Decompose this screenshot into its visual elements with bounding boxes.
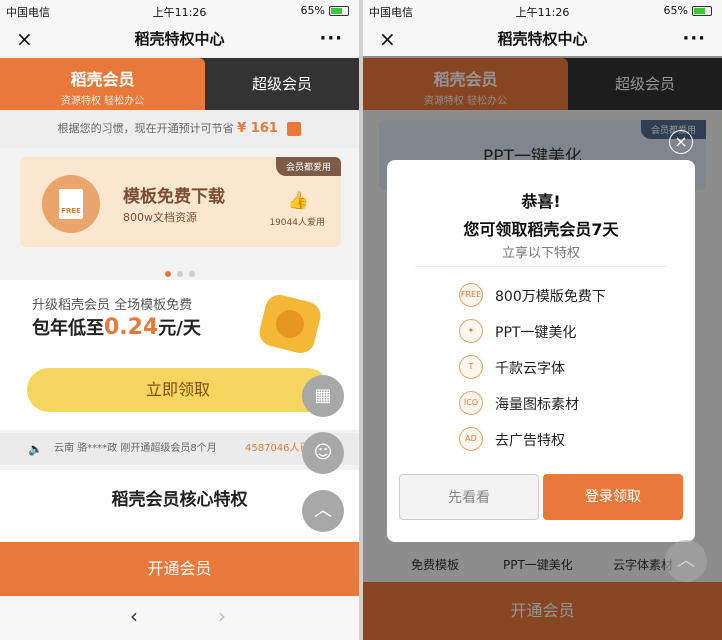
tab-super-member[interactable]: 超级会员 xyxy=(205,58,359,110)
free-document-icon: FREE xyxy=(42,175,100,233)
nav-bar: × 稻壳特权中心 ··· xyxy=(363,22,722,56)
scroll-top-icon[interactable]: ︿ xyxy=(302,490,344,532)
ticker-text: 云南 骆****政 刚开通超级会员8个月 xyxy=(54,443,217,454)
nav-bar: × 稻壳特权中心 ··· xyxy=(0,22,359,56)
tab-docer-member[interactable]: 稻壳会员 资源特权 轻松办公 xyxy=(0,58,205,110)
forward-icon[interactable]: › xyxy=(218,604,226,628)
tab-title: 稻壳会员 xyxy=(70,70,135,89)
later-button[interactable]: 先看看 xyxy=(399,474,539,520)
font-icon: T xyxy=(459,355,483,379)
modal-title: 恭喜! xyxy=(521,192,561,211)
feature-banner[interactable]: 会员都爱用 FREE 模板免费下载 800w文档资源 👍 19044人爱用 xyxy=(20,157,341,247)
reward-modal: 恭喜! 您可领取稻壳会员7天 立享以下特权 FREE 800万模版免费下 ✦ P… xyxy=(387,160,695,542)
savings-text: 根据您的习惯，现在开通预计可节省 xyxy=(57,122,234,135)
beautify-icon: ✦ xyxy=(459,319,483,343)
ad-icon: AD xyxy=(459,427,483,451)
promo-line1: 升级稻壳会员 全场模板免费 xyxy=(32,298,193,313)
modal-lead: 立享以下特权 xyxy=(501,246,580,261)
back-icon[interactable]: ‹ xyxy=(130,604,138,628)
claim-button[interactable]: 立即领取 xyxy=(27,368,329,412)
speaker-icon: 🔈 xyxy=(28,442,43,456)
coin-center xyxy=(276,310,304,338)
page-title: 稻壳特权中心 xyxy=(134,30,225,48)
status-bar: 中国电信 上午11:26 65% xyxy=(363,0,722,22)
battery-percent: 65% xyxy=(300,4,325,17)
battery-icon xyxy=(329,6,349,16)
tab-subtitle: 资源特权 轻松办公 xyxy=(60,96,145,107)
feature-item: AD 去广告特权 xyxy=(459,426,669,454)
promo-price-line: 包年低至0.24元/天 xyxy=(32,315,201,340)
more-icon[interactable]: ··· xyxy=(682,22,706,56)
phone-screen-right: 中国电信 上午11:26 65% × 稻壳特权中心 ··· 稻壳会员 资源特权 … xyxy=(363,0,722,640)
feature-item: ICO 海量图标素材 xyxy=(459,390,669,418)
free-icon: FREE xyxy=(459,283,483,307)
member-tabs: 稻壳会员 资源特权 轻松办公 超级会员 xyxy=(0,58,359,110)
feature-item: FREE 800万模版免费下 xyxy=(459,282,669,310)
more-icon[interactable]: ··· xyxy=(319,22,343,56)
page-title: 稻壳特权中心 xyxy=(497,30,588,48)
ticker-count: 4587046人已 xyxy=(245,443,310,454)
user-fab-icon[interactable]: ☺ xyxy=(302,432,344,474)
feature-item: T 千款云字体 xyxy=(459,354,669,382)
ico-icon: ICO xyxy=(459,391,483,415)
carousel-dots[interactable] xyxy=(0,262,359,281)
savings-amount: ¥ 161 xyxy=(237,121,278,136)
banner-count: 19044人爱用 xyxy=(269,218,325,228)
promo-price: 0.24 xyxy=(104,315,159,340)
divider xyxy=(415,266,667,267)
open-membership-button[interactable]: 开通会员 xyxy=(0,542,359,596)
modal-close-icon[interactable]: × xyxy=(669,130,693,154)
browser-nav: ‹ › xyxy=(0,596,359,640)
status-bar: 中国电信 上午11:26 65% xyxy=(0,0,359,22)
banner-subtitle: 800w文档资源 xyxy=(123,211,197,224)
login-claim-button[interactable]: 登录领取 xyxy=(543,474,683,520)
modal-subtitle: 您可领取稻壳会员7天 xyxy=(463,220,619,239)
battery-icon xyxy=(692,6,712,16)
feature-item: ✦ PPT一键美化 xyxy=(459,318,669,346)
savings-bar: 根据您的习惯，现在开通预计可节省 ¥ 161 xyxy=(0,110,359,148)
banner-title: 模板免费下载 xyxy=(123,187,225,207)
calculator-icon[interactable] xyxy=(287,122,302,136)
phone-screen-left: 中国电信 上午11:26 65% × 稻壳特权中心 ··· 稻壳会员 资源特权 … xyxy=(0,0,359,640)
close-icon[interactable]: × xyxy=(379,22,396,56)
battery-percent: 65% xyxy=(663,4,688,17)
banner-tag: 会员都爱用 xyxy=(275,157,341,176)
close-icon[interactable]: × xyxy=(16,22,33,56)
scroll-top-icon[interactable]: ︿ xyxy=(665,540,707,582)
calculator-fab-icon[interactable]: ▦ xyxy=(302,375,344,417)
thumbs-up-icon: 👍 xyxy=(287,191,309,211)
